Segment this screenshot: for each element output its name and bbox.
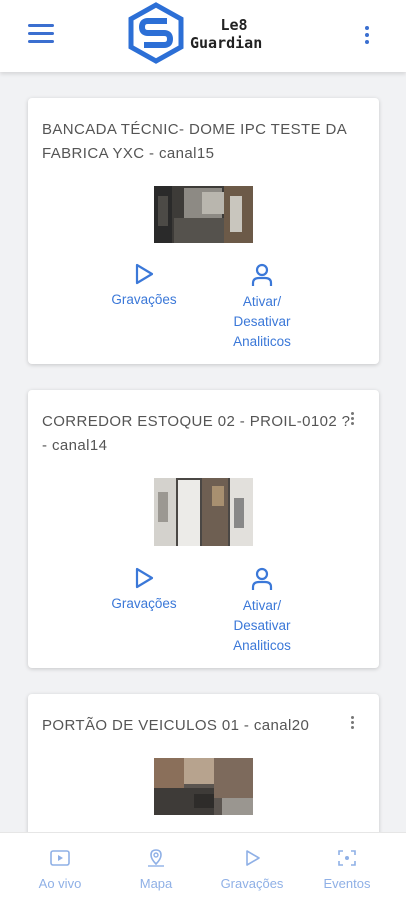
play-icon [135,263,154,285]
camera-thumbnail[interactable] [154,186,253,243]
logo-line2: Guardian [190,34,263,52]
person-icon [251,567,273,590]
card-more-icon[interactable] [350,716,354,730]
nav-events-label: Eventos [323,876,371,891]
play-icon [246,850,260,866]
video-icon [50,850,70,866]
logo-shield-icon [128,2,184,64]
camera-list[interactable]: BANCADA TÉCNIC- DOME IPC TESTE DA FABRIC… [0,72,406,832]
camera-card: BANCADA TÉCNIC- DOME IPC TESTE DA FABRIC… [28,98,379,364]
more-options-icon[interactable] [364,26,370,46]
recordings-label: Gravações [111,292,177,307]
camera-title: BANCADA TÉCNIC- DOME IPC TESTE DA FABRIC… [42,121,347,162]
analytics-label: Ativar/ Desativar Analiticos [233,294,291,349]
camera-title: CORREDOR ESTOQUE 02 - PROIL-0102 ? - can… [42,413,351,454]
map-pin-icon [148,849,164,867]
camera-thumbnail[interactable] [154,758,253,815]
recordings-button[interactable]: Gravações [108,262,180,310]
nav-events[interactable]: Eventos [307,849,387,891]
person-icon [251,263,273,286]
nav-map[interactable]: Mapa [116,849,196,891]
card-more-icon[interactable] [350,412,354,426]
logo-line1: Le8 [220,16,248,34]
menu-icon[interactable] [28,24,54,46]
camera-card: PORTÃO DE VEICULOS 01 - canal20 [28,694,379,832]
camera-title: PORTÃO DE VEICULOS 01 - canal20 [42,717,310,734]
play-icon [135,567,154,589]
app-bar: Le8 Guardian [0,0,406,72]
app-logo: Le8 Guardian [126,2,286,66]
nav-live-label: Ao vivo [38,876,82,891]
toggle-analytics-button[interactable]: Ativar/ Desativar Analiticos [223,262,301,352]
nav-recordings[interactable]: Gravações [212,849,292,891]
recordings-button[interactable]: Gravações [108,566,180,614]
nav-recordings-label: Gravações [220,876,284,891]
recordings-label: Gravações [111,596,177,611]
events-icon [338,850,356,866]
analytics-label: Ativar/ Desativar Analiticos [233,598,291,653]
nav-live[interactable]: Ao vivo [20,849,100,891]
toggle-analytics-button[interactable]: Ativar/ Desativar Analiticos [223,566,301,656]
camera-card: CORREDOR ESTOQUE 02 - PROIL-0102 ? - can… [28,390,379,668]
nav-map-label: Mapa [139,876,173,891]
camera-thumbnail[interactable] [154,478,253,546]
bottom-navigation: Ao vivo Mapa Gravações Eventos [0,832,406,900]
